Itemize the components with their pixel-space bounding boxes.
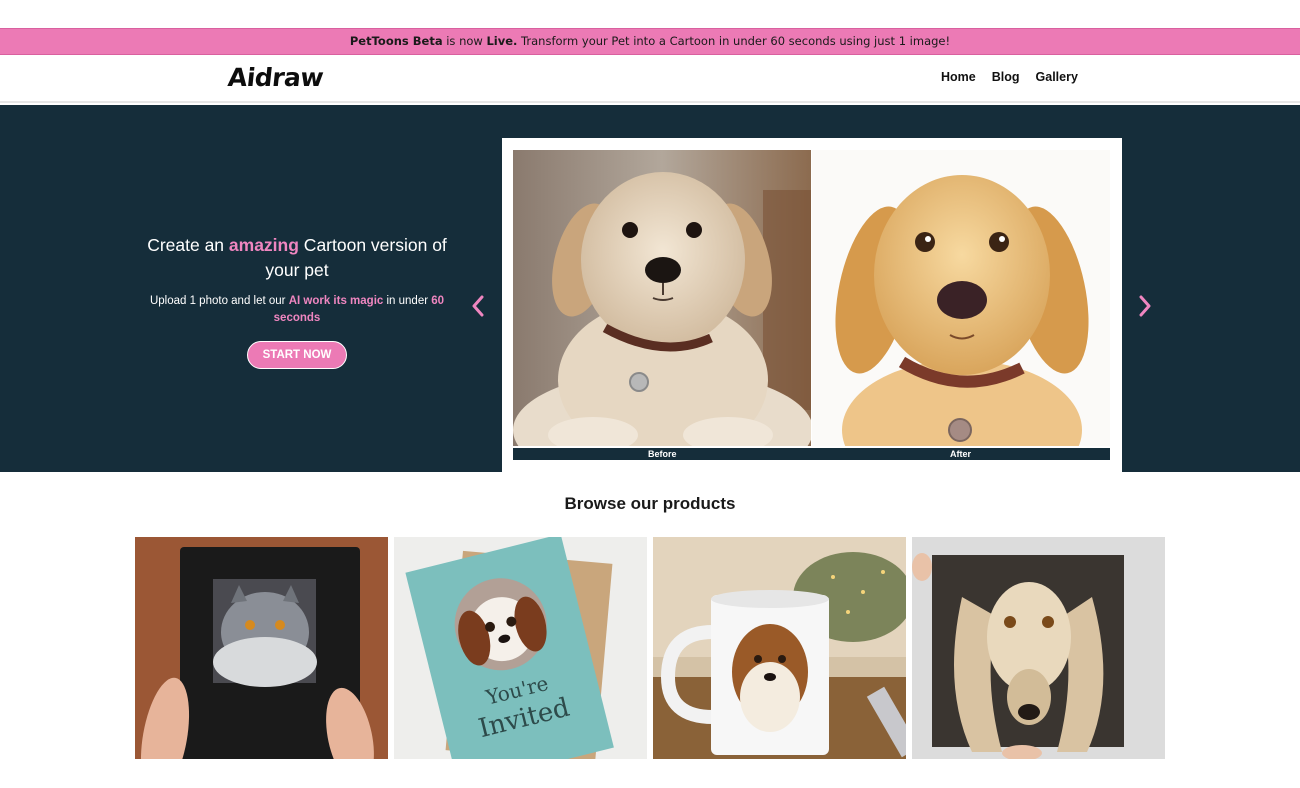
start-now-button[interactable]: START NOW — [246, 341, 348, 369]
before-after-slide: Before After — [502, 138, 1122, 472]
announcement-brand: PetToons Beta — [349, 34, 443, 48]
announcement-bar: PetToons Beta is now Live. Transform you… — [0, 28, 1300, 55]
hero-title: Create an amazing Cartoon version of you… — [130, 233, 464, 283]
product-notebook-cat[interactable] — [135, 537, 388, 759]
browse-products-title: Browse our products — [564, 494, 736, 513]
product-mug-collie[interactable] — [653, 537, 906, 759]
chevron-left-icon[interactable] — [470, 295, 486, 321]
nav-blog[interactable]: Blog — [992, 70, 1020, 84]
nav-links: Home Blog Gallery — [941, 70, 1094, 84]
announcement-status: Live. — [486, 34, 518, 48]
after-label: After — [950, 449, 972, 459]
hero-text: Create an amazing Cartoon version of you… — [130, 233, 464, 369]
before-label: Before — [648, 449, 677, 459]
hero-title-pre: Create an — [147, 235, 229, 255]
hero-section: Create an amazing Cartoon version of you… — [0, 105, 1300, 472]
nav-home[interactable]: Home — [941, 70, 976, 84]
product-invitation-card[interactable]: You're Invited — [394, 537, 647, 759]
hero-subtitle: Upload 1 photo and let our AI work its m… — [130, 293, 464, 327]
before-after-caption: Before After — [513, 448, 1110, 460]
announcement-mid: is now — [442, 34, 487, 48]
hero-sub-pre: Upload 1 photo and let our — [149, 295, 289, 307]
products-grid: You're Invited — [135, 537, 1165, 759]
after-cartoon — [812, 150, 1110, 446]
announcement-rest: Transform your Pet into a Cartoon in und… — [517, 34, 951, 48]
nav-gallery[interactable]: Gallery — [1036, 70, 1078, 84]
before-photo — [513, 150, 811, 446]
chevron-right-icon[interactable] — [1137, 295, 1153, 321]
hero-sub-highlight-1: AI work its magic — [288, 295, 384, 307]
hero-sub-mid: in under — [383, 295, 432, 307]
hero-title-highlight: amazing — [228, 235, 299, 255]
logo[interactable]: Aidraw — [226, 63, 324, 92]
product-canvas-afghan[interactable] — [912, 537, 1165, 759]
navbar: Aidraw Home Blog Gallery — [0, 55, 1300, 103]
